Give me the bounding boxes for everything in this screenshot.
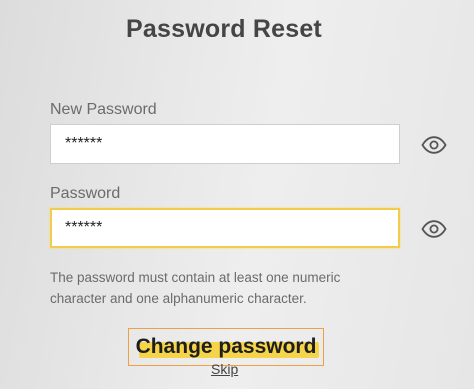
password-label: Password xyxy=(50,185,121,202)
change-password-label: Change password xyxy=(135,335,317,358)
new-password-field[interactable] xyxy=(50,124,400,164)
password-requirements-hint: The password must contain at least one n… xyxy=(50,270,341,306)
eye-icon[interactable] xyxy=(421,220,447,238)
password-field[interactable] xyxy=(50,208,400,248)
new-password-label: New Password xyxy=(50,101,157,118)
eye-icon[interactable] xyxy=(421,136,447,154)
page-title: Password Reset xyxy=(126,15,322,43)
skip-link[interactable]: Skip xyxy=(211,361,238,377)
